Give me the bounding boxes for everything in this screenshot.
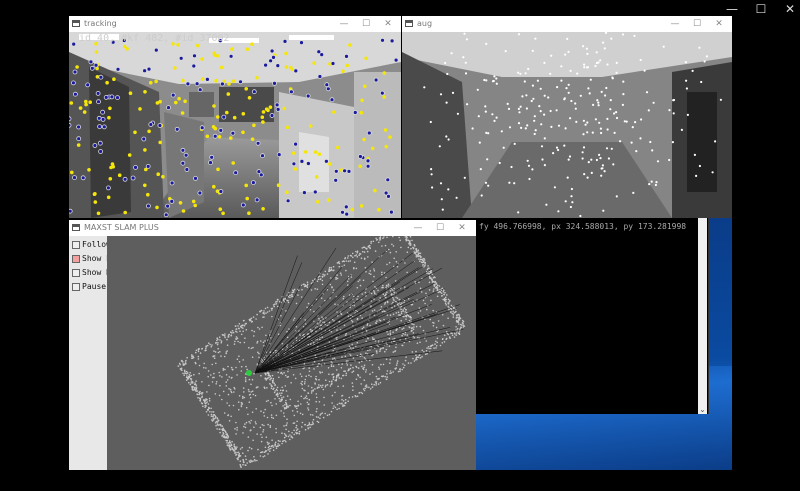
window-icon [405, 20, 413, 27]
close-icon[interactable]: ✕ [708, 16, 730, 32]
aug-title: aug [417, 19, 433, 28]
maximize-icon[interactable]: ☐ [686, 16, 708, 32]
checkbox-icon [72, 282, 80, 291]
tracking-overlay-text: id 40, #kf 482, #id 37002 [79, 33, 230, 44]
checkbox-icon [72, 240, 80, 249]
window-icon [72, 224, 80, 231]
maximize-icon[interactable]: ☐ [355, 16, 377, 32]
pause-label: Pause [82, 282, 107, 291]
slam-map-view[interactable] [107, 236, 476, 470]
tracking-title: tracking [84, 19, 117, 28]
close-icon[interactable]: ✕ [451, 220, 473, 236]
slam-title: MAXST SLAM PLUS [84, 223, 159, 232]
window-icon [72, 20, 80, 27]
tracking-camera-image [69, 32, 401, 218]
slam-control-panel: Follow Camera Show Points Show KeyFrames… [69, 236, 149, 470]
minimize-icon[interactable]: — [407, 220, 429, 236]
aug-view [402, 32, 732, 218]
augmented-point-image [402, 32, 732, 218]
minimize-icon[interactable]: — [664, 16, 686, 32]
bottom-bar [0, 470, 800, 491]
pause-checkbox[interactable]: Pause [69, 282, 106, 291]
console-scrollbar[interactable]: ⌄ [698, 218, 707, 414]
checkbox-icon [72, 268, 80, 277]
scroll-down-icon[interactable]: ⌄ [698, 405, 707, 414]
tracking-view: id 40, #kf 482, #id 37002 [69, 32, 401, 218]
maximize-button[interactable]: ☐ [745, 0, 777, 18]
aug-titlebar: aug — ☐ ✕ [402, 16, 732, 32]
minimize-icon[interactable]: — [333, 16, 355, 32]
checkbox-icon [72, 254, 80, 263]
point-cloud-map [177, 236, 466, 468]
console-output: fy 496.766998, px 324.588013, py 173.281… [479, 222, 687, 231]
console-window: fy 496.766998, px 324.588013, py 173.281… [476, 218, 709, 414]
tracking-titlebar: tracking — ☐ ✕ [69, 16, 401, 32]
slam-titlebar: MAXST SLAM PLUS — ☐ ✕ [69, 220, 476, 236]
close-button[interactable]: ✕ [774, 0, 800, 18]
close-icon[interactable]: ✕ [377, 16, 399, 32]
maximize-icon[interactable]: ☐ [429, 220, 451, 236]
